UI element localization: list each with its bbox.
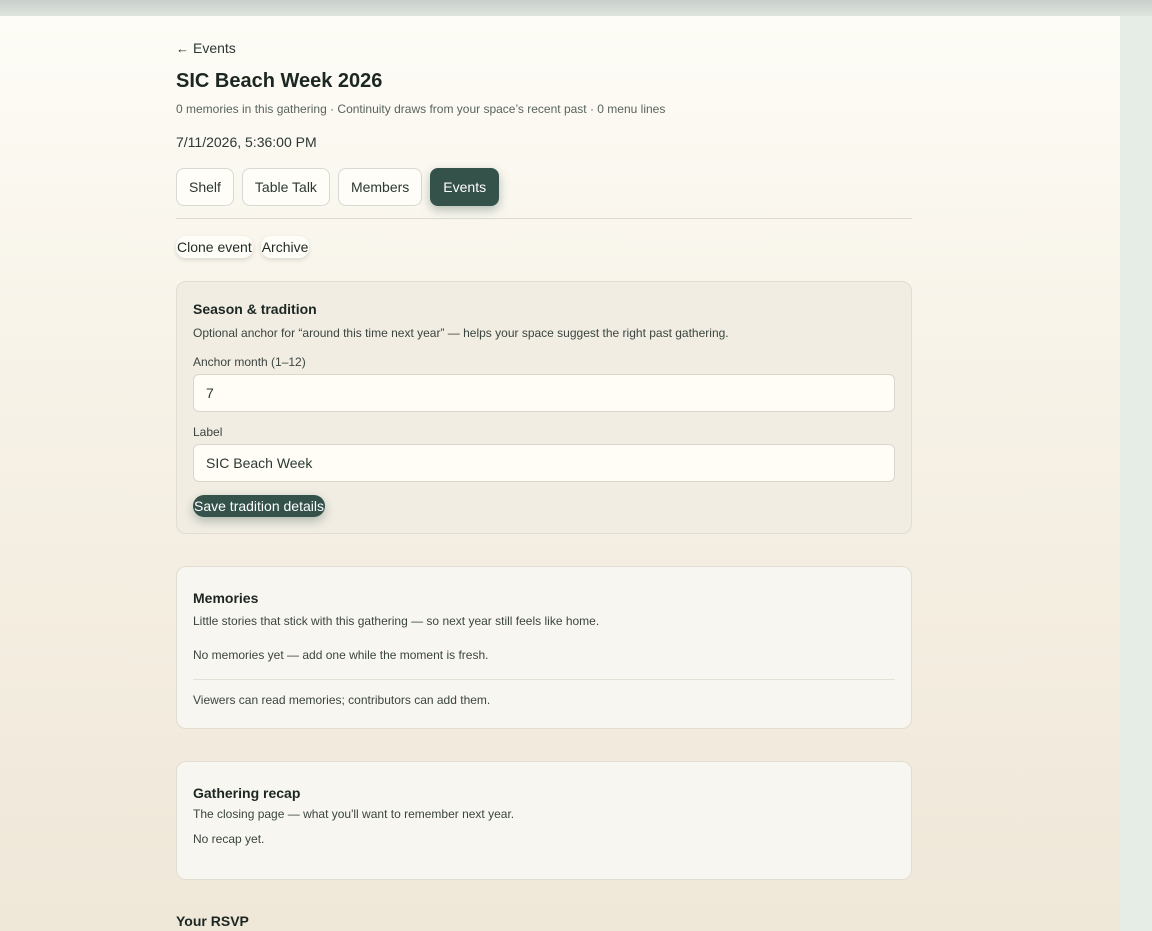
anchor-month-input[interactable] — [193, 374, 895, 412]
tradition-description: Optional anchor for “around this time ne… — [193, 326, 729, 340]
memories-heading: Memories — [193, 590, 259, 606]
memories-permission-note: Viewers can read memories; contributors … — [193, 693, 491, 707]
rsvp-heading: Your RSVP — [176, 913, 249, 929]
recap-empty-state: No recap yet. — [193, 832, 265, 846]
gathering-recap-card: Gathering recap The closing page — what … — [176, 761, 912, 880]
tradition-label-label: Label — [193, 425, 223, 439]
event-subtitle: 0 memories in this gathering · Continuit… — [176, 102, 666, 116]
section-tabs: Shelf Table Talk Members Events — [176, 168, 912, 206]
back-to-events-link[interactable]: ← Events — [176, 40, 912, 56]
tab-shelf[interactable]: Shelf — [176, 168, 234, 206]
clone-event-button[interactable]: Clone event — [176, 236, 253, 258]
recap-heading: Gathering recap — [193, 785, 301, 801]
tab-events[interactable]: Events — [430, 168, 500, 206]
save-tradition-button[interactable]: Save tradition details — [193, 495, 325, 517]
recap-description: The closing page — what you'll want to r… — [193, 807, 515, 821]
right-edge-panel — [1120, 16, 1152, 931]
page-title: SIC Beach Week 2026 — [176, 70, 383, 92]
event-datetime: 7/11/2026, 5:36:00 PM — [176, 134, 317, 150]
memories-divider — [193, 679, 895, 680]
event-actions: Clone event Archive — [176, 236, 912, 258]
anchor-month-label: Anchor month (1–12) — [193, 355, 306, 369]
memories-description: Little stories that stick with this gath… — [193, 614, 600, 628]
season-tradition-card: Season & tradition Optional anchor for “… — [176, 281, 912, 534]
archive-button[interactable]: Archive — [260, 236, 310, 258]
memories-empty-state: No memories yet — add one while the mome… — [193, 648, 489, 662]
arrow-left-icon: ← — [176, 40, 189, 56]
browser-top-strip — [0, 0, 1152, 16]
memories-card: Memories Little stories that stick with … — [176, 566, 912, 729]
tradition-label-input[interactable] — [193, 444, 895, 482]
tabs-divider — [176, 218, 912, 219]
tradition-heading: Season & tradition — [193, 301, 317, 317]
tab-members[interactable]: Members — [337, 168, 423, 206]
tab-table-talk[interactable]: Table Talk — [241, 168, 330, 206]
back-link-label: Events — [193, 40, 236, 56]
